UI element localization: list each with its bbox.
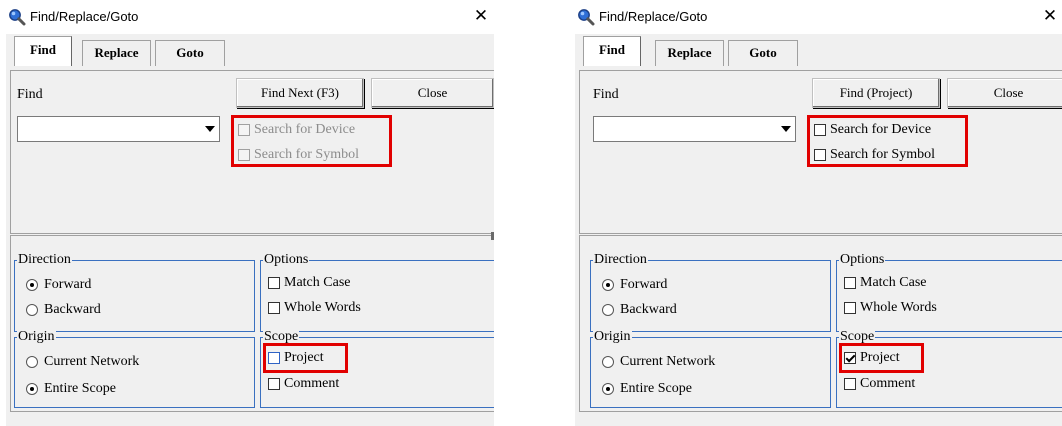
forward-label: Forward: [620, 277, 668, 292]
find-next-button[interactable]: Find Next (F3): [236, 78, 364, 108]
tab-find[interactable]: Find: [14, 36, 72, 66]
window-title: Find/Replace/Goto: [599, 9, 708, 24]
checkbox-box[interactable]: [268, 378, 280, 390]
origin-group: Origin Current Network Entire Scope: [14, 329, 255, 408]
entire-scope-label: Entire Scope: [44, 381, 116, 396]
tab-goto[interactable]: Goto: [728, 40, 798, 66]
current-network-label: Current Network: [44, 354, 140, 369]
match-case-label: Match Case: [284, 275, 351, 290]
checkbox-box[interactable]: [844, 277, 856, 289]
current-network-label: Current Network: [620, 354, 716, 369]
checkbox-box[interactable]: [844, 302, 856, 314]
match-case-label: Match Case: [860, 275, 927, 290]
backward-label: Backward: [44, 302, 101, 317]
origin-title: Origin: [593, 329, 632, 345]
radio-backward[interactable]: Backward: [602, 302, 677, 320]
tab-replace[interactable]: Replace: [82, 40, 151, 66]
scope-group: Scope Project Comment: [260, 329, 494, 408]
tab-replace[interactable]: Replace: [655, 40, 724, 66]
radio-backward[interactable]: Backward: [26, 302, 101, 320]
highlight-box: [263, 343, 348, 373]
radio-entire-scope[interactable]: Entire Scope: [602, 381, 692, 399]
radio-button[interactable]: [602, 279, 614, 291]
whole-words-label: Whole Words: [860, 300, 937, 315]
checkbox-box[interactable]: [268, 302, 280, 314]
tab-find[interactable]: Find: [583, 36, 641, 66]
title-bar: Find/Replace/Goto ✕: [6, 0, 494, 34]
scope-group: Scope Project Comment: [836, 329, 1062, 408]
direction-group: Direction Forward Backward: [14, 252, 255, 332]
checkbox-box[interactable]: [268, 277, 280, 289]
dialog-client: Find Replace Goto Find Find (Project) Cl…: [575, 34, 1062, 426]
close-icon[interactable]: ✕: [1039, 5, 1061, 27]
magnifier-icon: [578, 9, 595, 26]
match-case-checkbox[interactable]: Match Case: [268, 275, 350, 293]
options-group: Options Match Case Whole Words: [836, 252, 1062, 332]
find-label: Find: [17, 87, 43, 102]
forward-label: Forward: [44, 277, 92, 292]
find-replace-dialog-before: Find/Replace/Goto ✕ Find Replace Goto Fi…: [6, 0, 494, 426]
options-area: Direction Forward Backward Options Match…: [579, 235, 1062, 412]
radio-button[interactable]: [26, 279, 38, 291]
radio-forward[interactable]: Forward: [26, 277, 91, 295]
tab-goto[interactable]: Goto: [155, 40, 225, 66]
options-title: Options: [263, 252, 310, 268]
find-combobox[interactable]: [17, 116, 220, 142]
options-title: Options: [839, 252, 886, 268]
direction-title: Direction: [17, 252, 72, 268]
radio-entire-scope[interactable]: Entire Scope: [26, 381, 116, 399]
options-group: Options Match Case Whole Words: [260, 252, 494, 332]
origin-title: Origin: [17, 329, 56, 345]
find-project-button[interactable]: Find (Project): [812, 78, 940, 108]
radio-forward[interactable]: Forward: [602, 277, 667, 295]
find-panel: Find Find Next (F3) Close Search for Dev…: [10, 70, 494, 234]
chevron-down-icon[interactable]: [205, 126, 215, 132]
checkbox-box[interactable]: [844, 378, 856, 390]
radio-current-network[interactable]: Current Network: [26, 354, 139, 372]
radio-button[interactable]: [602, 356, 614, 368]
highlight-box: [839, 343, 924, 373]
radio-button[interactable]: [26, 304, 38, 316]
highlight-box: [231, 115, 392, 167]
options-area: Direction Forward Backward Options Match…: [10, 235, 494, 412]
close-button[interactable]: Close: [371, 78, 494, 108]
direction-title: Direction: [593, 252, 648, 268]
find-combobox[interactable]: [593, 116, 796, 142]
match-case-checkbox[interactable]: Match Case: [844, 275, 926, 293]
comment-label: Comment: [860, 376, 916, 391]
find-panel: Find Find (Project) Close Search for Dev…: [579, 70, 1062, 234]
radio-button[interactable]: [26, 383, 38, 395]
magnifier-icon: [9, 9, 26, 26]
radio-button[interactable]: [602, 304, 614, 316]
close-button[interactable]: Close: [947, 78, 1062, 108]
comment-label: Comment: [284, 376, 340, 391]
comment-checkbox[interactable]: Comment: [268, 376, 339, 394]
backward-label: Backward: [620, 302, 677, 317]
chevron-down-icon[interactable]: [781, 126, 791, 132]
radio-button[interactable]: [26, 356, 38, 368]
find-label: Find: [593, 87, 619, 102]
entire-scope-label: Entire Scope: [620, 381, 692, 396]
comment-checkbox[interactable]: Comment: [844, 376, 915, 394]
find-replace-dialog-after: Find/Replace/Goto ✕ Find Replace Goto Fi…: [575, 0, 1062, 426]
splitter-handle[interactable]: [491, 232, 494, 240]
radio-button[interactable]: [602, 383, 614, 395]
radio-current-network[interactable]: Current Network: [602, 354, 715, 372]
whole-words-checkbox[interactable]: Whole Words: [844, 300, 937, 318]
close-icon[interactable]: ✕: [470, 5, 492, 27]
highlight-box: [807, 115, 968, 167]
origin-group: Origin Current Network Entire Scope: [590, 329, 831, 408]
title-bar: Find/Replace/Goto ✕: [575, 0, 1062, 34]
direction-group: Direction Forward Backward: [590, 252, 831, 332]
whole-words-label: Whole Words: [284, 300, 361, 315]
window-title: Find/Replace/Goto: [30, 9, 139, 24]
whole-words-checkbox[interactable]: Whole Words: [268, 300, 361, 318]
dialog-client: Find Replace Goto Find Find Next (F3) Cl…: [6, 34, 494, 426]
